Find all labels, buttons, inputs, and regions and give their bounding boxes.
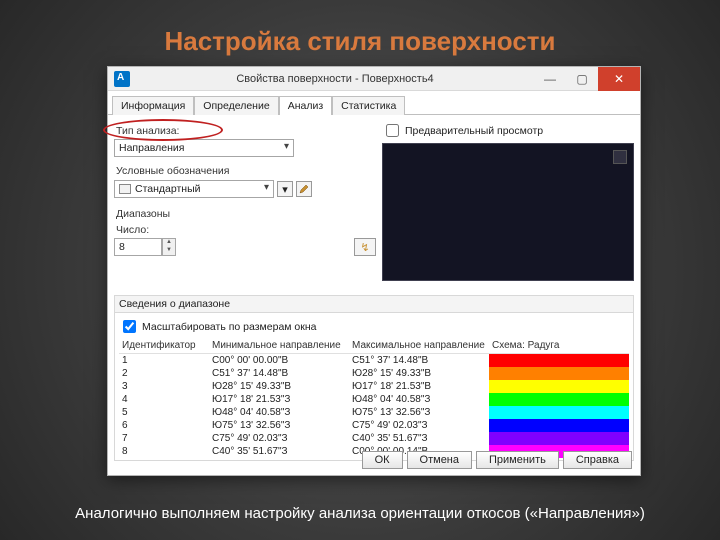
app-icon: [114, 71, 130, 87]
scale-to-fit-input[interactable]: [123, 320, 136, 333]
legend-edit-button[interactable]: [296, 181, 312, 197]
col-min[interactable]: Минимальное направление: [209, 338, 349, 354]
titlebar: Свойства поверхности - Поверхность4 — ▢ …: [108, 67, 640, 91]
run-analysis-button[interactable]: ↯: [354, 238, 376, 256]
col-scheme[interactable]: Схема: Радуга: [489, 338, 629, 354]
cell-id: 6: [119, 419, 209, 432]
cell-id: 3: [119, 380, 209, 393]
scale-to-fit-checkbox[interactable]: Масштабировать по размерам окна: [119, 317, 629, 336]
table-row[interactable]: 4Ю17° 18' 21.53"ЗЮ48° 04' 40.58"З: [119, 393, 629, 406]
legend-swatch-icon: [119, 184, 131, 194]
cell-color[interactable]: [489, 354, 629, 368]
cell-max: Ю28° 15' 49.33"В: [349, 367, 489, 380]
cell-min: Ю17° 18' 21.53"З: [209, 393, 349, 406]
legend-label: Условные обозначения: [116, 165, 376, 177]
col-id[interactable]: Идентификатор: [119, 338, 209, 354]
cell-color[interactable]: [489, 406, 629, 419]
table-row[interactable]: 7С75° 49' 02.03"ЗС40° 35' 51.67"З: [119, 432, 629, 445]
col-max[interactable]: Максимальное направление: [349, 338, 489, 354]
preview-viewport[interactable]: [382, 143, 634, 281]
preview-label: Предварительный просмотр: [405, 125, 543, 137]
cell-min: С75° 49' 02.03"З: [209, 432, 349, 445]
viewport-view-cube[interactable]: [613, 150, 627, 164]
table-row[interactable]: 1С00° 00' 00.00"ВС51° 37' 14.48"В: [119, 354, 629, 368]
table-row[interactable]: 5Ю48° 04' 40.58"ЗЮ75° 13' 32.56"З: [119, 406, 629, 419]
cell-max: Ю17° 18' 21.53"В: [349, 380, 489, 393]
analysis-type-value: Направления: [119, 142, 184, 154]
table-row[interactable]: 3Ю28° 15' 49.33"ВЮ17° 18' 21.53"В: [119, 380, 629, 393]
dialog-title: Свойства поверхности - Поверхность4: [136, 73, 534, 85]
dialog-footer: ОК Отмена Применить Справка: [362, 451, 632, 469]
table-row[interactable]: 6Ю75° 13' 32.56"ЗС75° 49' 02.03"З: [119, 419, 629, 432]
preview-checkbox[interactable]: Предварительный просмотр: [382, 121, 634, 140]
cell-max: С75° 49' 02.03"З: [349, 419, 489, 432]
maximize-button[interactable]: ▢: [566, 67, 598, 91]
window-buttons: — ▢ ✕: [534, 67, 640, 91]
tab-statistics[interactable]: Статистика: [332, 96, 405, 115]
cell-color[interactable]: [489, 367, 629, 380]
tab-strip: Информация Определение Анализ Статистика: [108, 91, 640, 115]
legend-value: Стандартный: [135, 183, 201, 195]
cell-id: 7: [119, 432, 209, 445]
cell-max: Ю75° 13' 32.56"З: [349, 406, 489, 419]
cell-min: Ю48° 04' 40.58"З: [209, 406, 349, 419]
surface-properties-dialog: Свойства поверхности - Поверхность4 — ▢ …: [107, 66, 641, 476]
minimize-button[interactable]: —: [534, 67, 566, 91]
table-row[interactable]: 2С51° 37' 14.48"ВЮ28° 15' 49.33"В: [119, 367, 629, 380]
cell-min: С40° 35' 51.67"З: [209, 445, 349, 458]
tab-information[interactable]: Информация: [112, 96, 194, 115]
cell-min: Ю75° 13' 32.56"З: [209, 419, 349, 432]
cell-max: С40° 35' 51.67"З: [349, 432, 489, 445]
cell-min: Ю28° 15' 49.33"В: [209, 380, 349, 393]
cell-id: 2: [119, 367, 209, 380]
help-button[interactable]: Справка: [563, 451, 632, 469]
tab-definition[interactable]: Определение: [194, 96, 278, 115]
cell-id: 1: [119, 354, 209, 368]
legend-select[interactable]: Стандартный: [114, 180, 274, 198]
range-count-stepper[interactable]: ▲▼: [162, 238, 176, 256]
count-label: Число:: [116, 224, 376, 236]
legend-browse-button[interactable]: ▾: [277, 181, 293, 197]
cell-max: Ю48° 04' 40.58"З: [349, 393, 489, 406]
ok-button[interactable]: ОК: [362, 451, 403, 469]
cell-color[interactable]: [489, 380, 629, 393]
cell-id: 5: [119, 406, 209, 419]
cell-color[interactable]: [489, 393, 629, 406]
cell-min: С51° 37' 14.48"В: [209, 367, 349, 380]
range-table: Идентификатор Минимальное направление Ма…: [119, 338, 629, 458]
cell-id: 4: [119, 393, 209, 406]
analysis-type-select[interactable]: Направления: [114, 139, 294, 157]
apply-button[interactable]: Применить: [476, 451, 559, 469]
tab-analysis[interactable]: Анализ: [279, 96, 332, 115]
ranges-label: Диапазоны: [116, 208, 376, 220]
range-count-input[interactable]: 8: [114, 238, 162, 256]
cell-color[interactable]: [489, 432, 629, 445]
range-section-header: Сведения о диапазоне: [114, 295, 634, 312]
cell-id: 8: [119, 445, 209, 458]
cancel-button[interactable]: Отмена: [407, 451, 472, 469]
close-button[interactable]: ✕: [598, 67, 640, 91]
cell-min: С00° 00' 00.00"В: [209, 354, 349, 368]
slide-caption: Аналогично выполняем настройку анализа о…: [0, 505, 720, 522]
cell-color[interactable]: [489, 419, 629, 432]
preview-checkbox-input[interactable]: [386, 124, 399, 137]
cell-max: С51° 37' 14.48"В: [349, 354, 489, 368]
pencil-icon: [299, 184, 309, 194]
slide-title: Настройка стиля поверхности: [0, 26, 720, 57]
scale-to-fit-label: Масштабировать по размерам окна: [142, 321, 317, 333]
analysis-type-label: Тип анализа:: [116, 125, 376, 137]
